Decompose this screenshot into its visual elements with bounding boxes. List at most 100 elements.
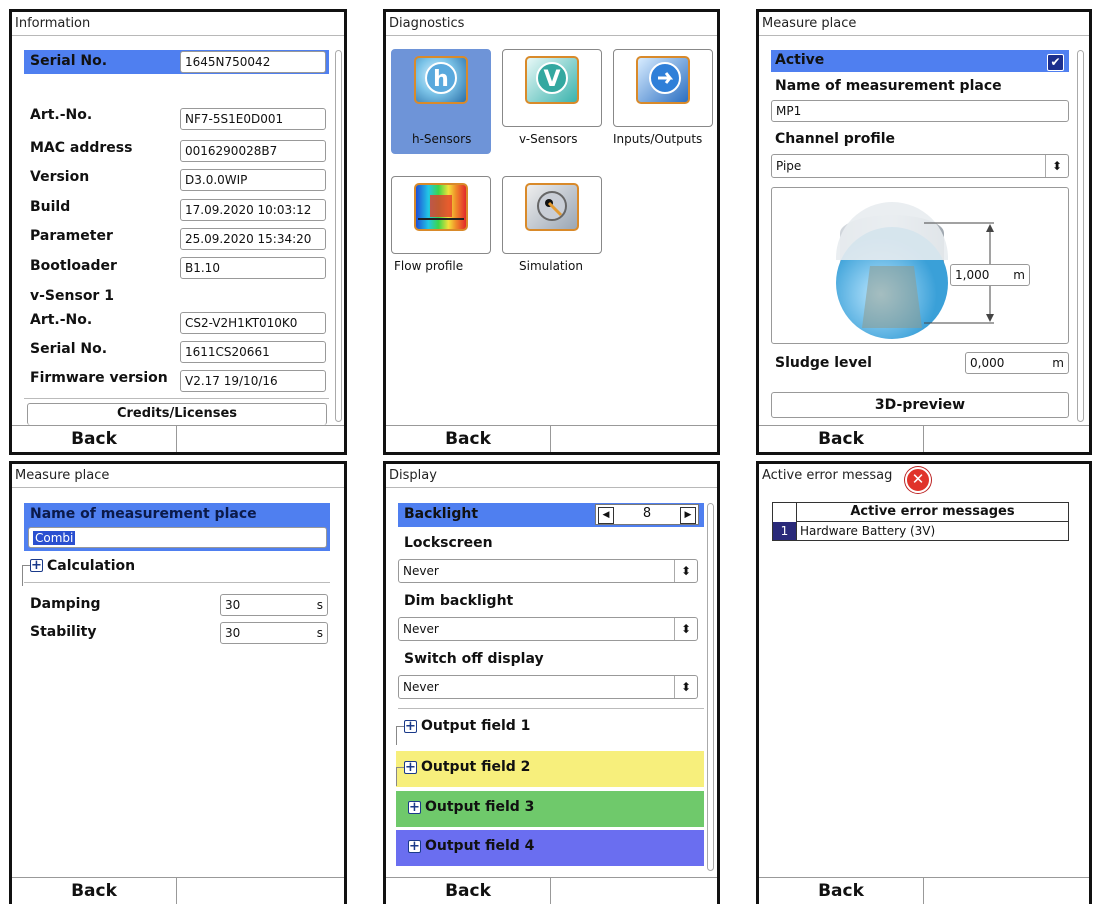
lockscreen-value: Never: [403, 564, 439, 578]
vsensor-heading: v-Sensor 1: [30, 288, 114, 304]
back-button[interactable]: Back: [12, 878, 177, 904]
scrollbar[interactable]: [707, 503, 714, 871]
parameter-label: Parameter: [30, 228, 113, 244]
stability-field[interactable]: 30 s: [220, 622, 328, 644]
firmware-version-field: V2.17 19/10/16: [180, 370, 326, 392]
active-label: Active: [775, 52, 825, 68]
lockscreen-label: Lockscreen: [404, 535, 493, 551]
dim-backlight-label: Dim backlight: [404, 593, 514, 609]
parameter-field: 25.09.2020 15:34:20: [180, 228, 326, 250]
tile-label: Flow profile: [394, 259, 464, 273]
tile-label: Inputs/Outputs: [613, 132, 703, 146]
active-error-messages-panel: Active error messag ✕ Active error messa…: [756, 461, 1092, 904]
lockscreen-select[interactable]: Never ⬍: [398, 559, 698, 583]
measurement-place-name-input[interactable]: MP1: [771, 100, 1069, 122]
serial-no-field[interactable]: 1645N750042: [180, 51, 326, 73]
tile-h-sensors[interactable]: h h-Sensors: [391, 49, 491, 154]
build-label: Build: [30, 199, 71, 215]
footer-empty-slot: [177, 878, 344, 904]
left-arrow-icon[interactable]: ◀: [598, 507, 614, 524]
stability-unit: s: [316, 626, 323, 640]
expand-plus-icon[interactable]: +: [404, 761, 417, 774]
footer-bar: Back: [386, 877, 717, 904]
tile-v-sensors[interactable]: V v-Sensors: [502, 49, 602, 146]
expand-plus-icon[interactable]: +: [408, 840, 421, 853]
backlight-spinner[interactable]: ◀ 8 ▶: [595, 504, 699, 525]
footer-bar: Back: [759, 425, 1089, 452]
right-arrow-icon[interactable]: ▶: [680, 507, 696, 524]
active-checkbox[interactable]: ✔: [1047, 54, 1064, 71]
damping-field[interactable]: 30 s: [220, 594, 328, 616]
dim-backlight-select[interactable]: Never ⬍: [398, 617, 698, 641]
vsensor-serial-label: Serial No.: [30, 341, 108, 357]
diameter-value: 1,000: [955, 268, 990, 282]
measurement-place-name-label: Name of measurement place: [775, 78, 1002, 94]
divider: [398, 708, 704, 709]
expand-plus-icon[interactable]: +: [404, 720, 417, 733]
updown-arrows-icon: ⬍: [674, 676, 697, 698]
output-field-2-row[interactable]: + Output field 2: [396, 751, 704, 787]
tile-label: v-Sensors: [519, 132, 578, 146]
tile-simulation[interactable]: Simulation: [502, 176, 602, 273]
updown-arrows-icon: ⬍: [1045, 155, 1068, 177]
output-field-3-row[interactable]: + Output field 3: [396, 791, 704, 827]
expand-plus-icon[interactable]: +: [30, 559, 43, 572]
output-field-2-label: Output field 2: [421, 759, 531, 775]
display-panel: Display Backlight ◀ 8 ▶ Lockscreen Never…: [383, 461, 720, 904]
expand-plus-icon[interactable]: +: [408, 801, 421, 814]
divider: [24, 398, 329, 399]
panel-title: Information: [12, 12, 344, 36]
output-field-1-row[interactable]: + Output field 1: [396, 710, 704, 745]
credits-licenses-button[interactable]: Credits/Licenses: [27, 403, 327, 425]
svg-text:h: h: [433, 67, 449, 92]
footer-empty-slot: [177, 426, 344, 452]
tile-inputs-outputs[interactable]: Inputs/Outputs: [613, 49, 713, 146]
svg-text:V: V: [543, 67, 560, 92]
channel-profile-select[interactable]: Pipe ⬍: [771, 154, 1069, 178]
h-sensor-icon: h: [414, 56, 468, 104]
flow-profile-icon: [414, 183, 468, 231]
divider: [24, 582, 330, 583]
diameter-field[interactable]: 1,000 m: [950, 264, 1030, 286]
pipe-diagram: 1,000 m: [771, 187, 1069, 344]
back-button[interactable]: Back: [12, 426, 177, 452]
measurement-place-name-input[interactable]: Combi: [28, 527, 327, 548]
output-field-3-label: Output field 3: [425, 799, 535, 815]
panel-title: Display: [386, 464, 717, 488]
updown-arrows-icon: ⬍: [674, 618, 697, 640]
damping-label: Damping: [30, 596, 101, 612]
vsensor-art-no-field: CS2-V2H1KT010K0: [180, 312, 326, 334]
3d-preview-button[interactable]: 3D-preview: [771, 392, 1069, 418]
sludge-level-value: 0,000: [970, 356, 1005, 370]
vsensor-serial-field: 1611CS20661: [180, 341, 326, 363]
footer-bar: Back: [386, 425, 717, 452]
sludge-level-label: Sludge level: [775, 355, 872, 371]
serial-no-label: Serial No.: [30, 53, 108, 69]
tile-label: Simulation: [519, 259, 583, 273]
channel-profile-label: Channel profile: [775, 131, 896, 147]
back-button[interactable]: Back: [386, 426, 551, 452]
panel-title: Diagnostics: [386, 12, 717, 36]
scrollbar[interactable]: [335, 50, 342, 422]
sludge-level-field[interactable]: 0,000 m: [965, 352, 1069, 374]
scrollbar[interactable]: [1077, 50, 1084, 422]
measurement-place-name-label: Name of measurement place: [30, 506, 257, 522]
output-field-4-row[interactable]: + Output field 4: [396, 830, 704, 866]
error-row[interactable]: 1 Hardware Battery (3V): [773, 522, 1068, 540]
switch-off-display-select[interactable]: Never ⬍: [398, 675, 698, 699]
calculation-label[interactable]: Calculation: [47, 558, 135, 574]
error-table-header: Active error messages: [796, 503, 1068, 522]
simulation-icon: [525, 183, 579, 231]
output-field-4-label: Output field 4: [425, 838, 535, 854]
panel-title: Measure place: [759, 12, 1089, 36]
inputs-outputs-icon: [636, 56, 690, 104]
stability-value: 30: [225, 626, 241, 640]
back-button[interactable]: Back: [759, 878, 924, 904]
back-button[interactable]: Back: [386, 878, 551, 904]
panel-title-text: Active error messag: [762, 468, 893, 483]
tile-flow-profile[interactable]: Flow profile: [391, 176, 491, 273]
footer-empty-slot: [924, 426, 1089, 452]
error-row-number: 1: [773, 522, 796, 540]
channel-profile-value: Pipe: [776, 159, 802, 173]
back-button[interactable]: Back: [759, 426, 924, 452]
